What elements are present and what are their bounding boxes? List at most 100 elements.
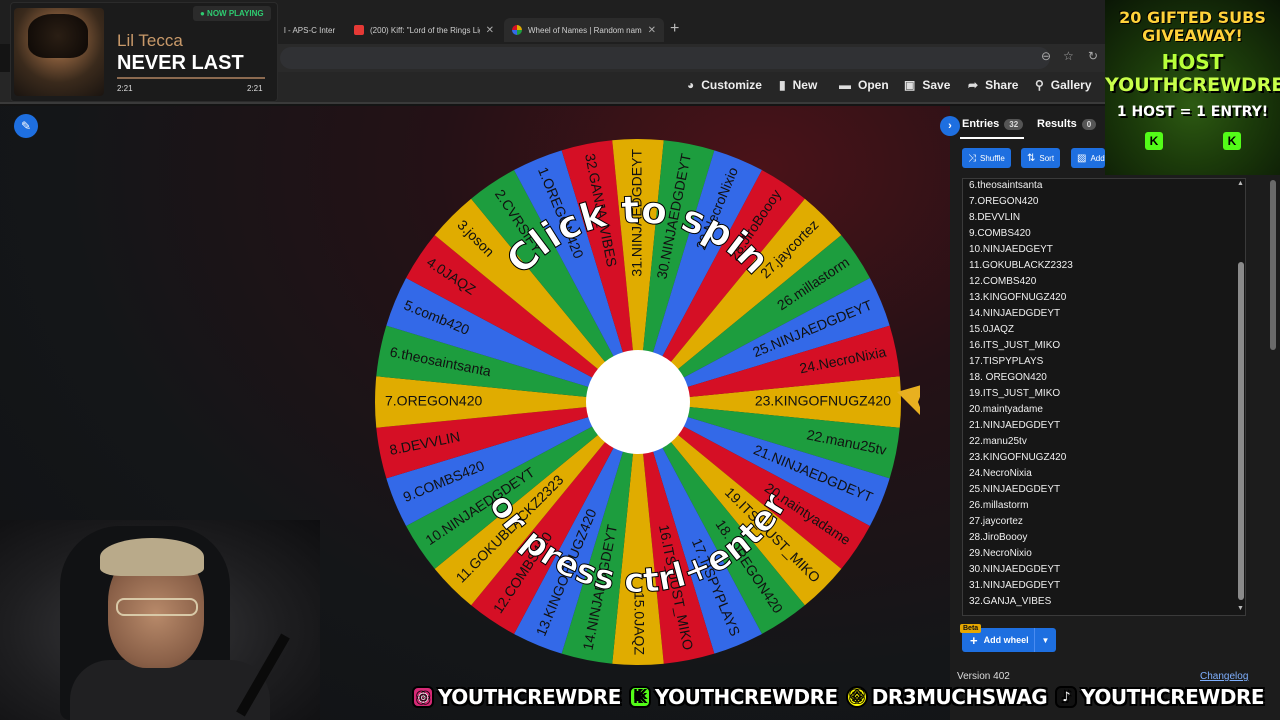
scrollbar-thumb[interactable] (1238, 262, 1244, 600)
entry-line: 22.manu25tv (969, 436, 1027, 447)
gallery-button[interactable]: ⚲ Gallery (1035, 78, 1092, 92)
new-button[interactable]: ▮ New (779, 78, 817, 92)
entry-line: 30.NINJAEDGDEYT (969, 564, 1061, 575)
image-icon: ▨ (1077, 152, 1087, 164)
entry-line: 10.NINJAEDGEYT (969, 244, 1053, 255)
save-button[interactable]: ▣ Save (904, 78, 950, 92)
shuffle-icon: ⤨ (968, 152, 976, 164)
tab-label: l - APS-C Inter (284, 25, 336, 35)
entry-line: 17.TISPYPLAYS (969, 356, 1044, 367)
snapchat-icon: ☺ (845, 686, 868, 708)
entries-textarea[interactable]: 6.theosaintsanta 7.OREGON420 8.DEVVLIN 9.CO… (962, 178, 1246, 616)
plus-icon[interactable]: + (670, 20, 679, 38)
chevron-right-icon[interactable]: › (940, 116, 960, 136)
folder-icon: ▬ (839, 78, 851, 92)
kick-icon: K (1145, 132, 1163, 150)
menu-label: Open (858, 78, 889, 92)
entry-line: 32.GANJA_VIBES (969, 596, 1052, 607)
browser-tab[interactable]: l - APS-C Inter ✕ (276, 18, 342, 42)
entry-line: 8.DEVVLIN (969, 212, 1021, 223)
entry-line: 13.KINGOFNUGZ420 (969, 292, 1067, 303)
entry-line: 12.COMBS420 (969, 276, 1037, 287)
entry-line: 19.ITS_JUST_MIKO (969, 388, 1061, 399)
entry-line: 20.maintyadame (969, 404, 1043, 415)
menu-label: Save (922, 78, 951, 92)
wheel-favicon-icon (512, 25, 522, 35)
tab-label: Wheel of Names | Random name p (528, 25, 642, 35)
entries-list: 6.theosaintsanta 7.OREGON420 8.DEVVLIN 9.CO… (969, 179, 1073, 610)
wheel[interactable]: 23.KINGOFNUGZ42022.manu25tv21.NINJAEDGDE… (360, 130, 920, 670)
entry-line: 16.ITS_JUST_MIKO (969, 340, 1061, 351)
entry-line: 31.NINJAEDGDEYT (969, 580, 1061, 591)
social-tiktok: ♪ YOUTHCREWDRE (1055, 685, 1265, 709)
entry-line: 11.GOKUBLACKZ2323 (969, 260, 1073, 271)
kick-icon: K (628, 686, 651, 708)
now-playing-badge: ● NOW PLAYING (193, 6, 271, 21)
extension-icon[interactable]: ⊖ (1041, 49, 1051, 63)
page-scrollbar[interactable] (1270, 180, 1276, 350)
browser-tab[interactable]: (200) Kiff: "Lord of the Rings Light" ✕ (346, 18, 502, 42)
wheel-center[interactable] (586, 350, 690, 454)
share-icon: ➦ (968, 78, 979, 92)
search-icon: ⚲ (1035, 78, 1044, 92)
album-art-detail (28, 14, 88, 58)
promo-rule: 1 HOST = 1 ENTRY! (1116, 104, 1269, 120)
sort-button[interactable]: ⇅ Sort (1021, 148, 1061, 168)
close-icon[interactable]: ✕ (648, 25, 656, 36)
social-handle: YOUTHCREWDRE (1081, 685, 1265, 709)
url-field[interactable] (280, 47, 1050, 69)
chevron-down-icon[interactable]: ▼ (1034, 628, 1056, 652)
entry-line: 9.COMBS420 (969, 228, 1031, 239)
social-handle: DR3MUCHSWAG (871, 685, 1048, 709)
beta-badge: Beta (960, 624, 982, 633)
active-tab-indicator (960, 137, 1024, 139)
wheel-segment-label: 15.0JAQZ (631, 592, 647, 655)
kick-icon: K (1223, 132, 1241, 150)
close-icon[interactable]: ✕ (341, 25, 342, 36)
menu-label: Customize (701, 78, 762, 92)
refresh-icon[interactable]: ↻ (1088, 49, 1098, 63)
entry-line: 7.OREGON420 (969, 196, 1039, 207)
tab-label: Results (1037, 118, 1077, 130)
palette-icon: ◕ (687, 78, 695, 92)
track-progress-bar (117, 77, 265, 79)
tab-label: (200) Kiff: "Lord of the Rings Light" (370, 25, 480, 35)
scroll-up-icon[interactable]: ▲ (1237, 180, 1244, 187)
entry-line: 26.millastorm (969, 500, 1029, 511)
browser-tab-active[interactable]: Wheel of Names | Random name p ✕ (504, 18, 664, 42)
webcam-person-cap (100, 538, 204, 576)
entry-line: 15.0JAQZ (969, 324, 1015, 335)
tab-entries[interactable]: Entries 32 (962, 118, 1024, 130)
pencil-icon[interactable]: ✎ (14, 114, 38, 138)
wheel-segment-label: 23.KINGOFNUGZ420 (755, 393, 891, 409)
tab-count: 32 (1004, 118, 1024, 130)
entry-line: 23.KINGOFNUGZ420 (969, 452, 1067, 463)
duration-time: 2:21 (247, 84, 263, 93)
giveaway-promo: 20 GIFTED SUBS GIVEAWAY! HOST YOUTHCREWD… (1105, 0, 1280, 175)
file-icon: ▮ (779, 78, 786, 92)
plus-icon: + (970, 632, 978, 648)
webcam-person-glasses (116, 598, 198, 616)
entry-line: 14.NINJAEDGDEYT (969, 308, 1061, 319)
elapsed-time: 2:21 (117, 84, 133, 93)
artist-name: Lil Tecca (117, 31, 183, 50)
entry-line: 6.theosaintsanta (969, 180, 1043, 191)
tab-results[interactable]: Results 0 (1037, 118, 1097, 130)
customize-button[interactable]: ◕ Customize (687, 78, 762, 92)
tab-count: 0 (1081, 118, 1097, 130)
add-image-button[interactable]: ▨ Add (1071, 148, 1105, 168)
tab-label: Entries (962, 118, 1000, 130)
close-icon[interactable]: ✕ (486, 25, 494, 36)
star-icon[interactable]: ☆ (1063, 49, 1074, 63)
promo-channel: YOUTHCREWDRE (1105, 74, 1280, 96)
entry-line: 27.jaycortez (969, 516, 1023, 527)
tiktok-icon: ♪ (1055, 686, 1078, 708)
share-button[interactable]: ➦ Share (968, 78, 1018, 92)
open-button[interactable]: ▬ Open (839, 78, 889, 92)
social-handle: YOUTHCREWDRE (654, 685, 838, 709)
entry-line: 18. OREGON420 (969, 372, 1047, 383)
save-icon: ▣ (904, 78, 916, 92)
scroll-down-icon[interactable]: ▼ (1237, 605, 1244, 612)
shuffle-button[interactable]: ⤨ Shuffle (962, 148, 1011, 168)
promo-headline: 20 GIFTED SUBS (1119, 8, 1266, 27)
